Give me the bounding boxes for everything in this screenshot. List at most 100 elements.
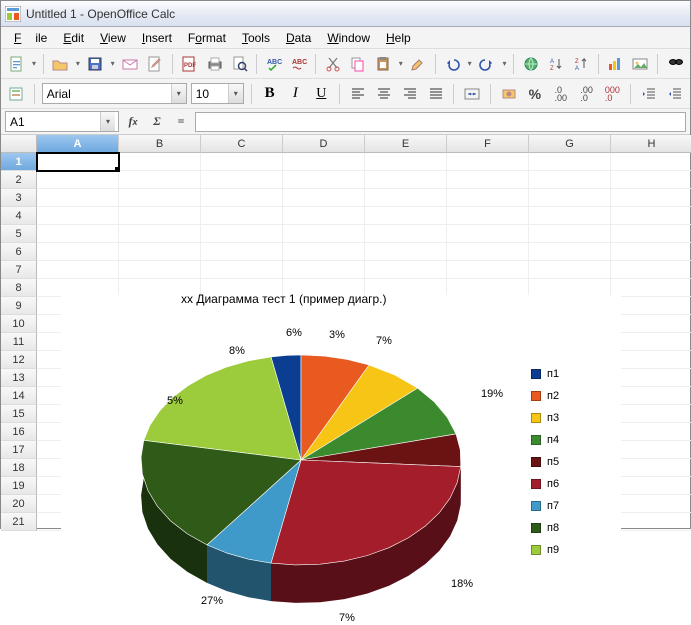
- cell[interactable]: [283, 153, 365, 171]
- name-box[interactable]: ▾: [5, 111, 119, 132]
- cell[interactable]: [611, 279, 691, 297]
- column-header[interactable]: H: [611, 135, 691, 153]
- underline-icon[interactable]: U: [310, 82, 332, 106]
- cell[interactable]: [119, 153, 201, 171]
- cell[interactable]: [119, 207, 201, 225]
- cell[interactable]: [611, 459, 691, 477]
- chart-object[interactable]: xx Диаграмма тест 1 (пример диагр.) 3%7%…: [61, 295, 621, 625]
- cell[interactable]: [365, 243, 447, 261]
- font-name-input[interactable]: [43, 84, 171, 103]
- equals-icon[interactable]: =: [171, 112, 191, 132]
- cell[interactable]: [201, 207, 283, 225]
- cell[interactable]: [365, 153, 447, 171]
- cell[interactable]: [611, 207, 691, 225]
- cell[interactable]: [37, 261, 119, 279]
- print-icon[interactable]: [203, 52, 226, 76]
- cell[interactable]: [119, 243, 201, 261]
- row-header[interactable]: 8: [1, 279, 37, 297]
- preview-icon[interactable]: [228, 52, 251, 76]
- column-header[interactable]: D: [283, 135, 365, 153]
- copy-icon[interactable]: [347, 52, 370, 76]
- cell[interactable]: [365, 261, 447, 279]
- decrease-indent-icon[interactable]: [638, 82, 660, 106]
- row-header[interactable]: 9: [1, 297, 37, 315]
- row-header[interactable]: 12: [1, 351, 37, 369]
- cell[interactable]: [529, 153, 611, 171]
- edit-icon[interactable]: [144, 52, 167, 76]
- styles-icon[interactable]: [5, 82, 27, 106]
- row-header[interactable]: 6: [1, 243, 37, 261]
- cell[interactable]: [37, 243, 119, 261]
- font-size-input[interactable]: [192, 84, 228, 103]
- cell[interactable]: [201, 261, 283, 279]
- cell[interactable]: [447, 243, 529, 261]
- cell[interactable]: [119, 225, 201, 243]
- row-header[interactable]: 16: [1, 423, 37, 441]
- cell[interactable]: [201, 225, 283, 243]
- cell[interactable]: [447, 261, 529, 279]
- cell[interactable]: [283, 171, 365, 189]
- chevron-down-icon[interactable]: ▾: [228, 84, 243, 103]
- cell[interactable]: [611, 171, 691, 189]
- cell[interactable]: [447, 189, 529, 207]
- cell[interactable]: [529, 261, 611, 279]
- paste-icon[interactable]: [372, 52, 395, 76]
- chevron-down-icon[interactable]: ▾: [171, 84, 186, 103]
- menu-window[interactable]: Window: [320, 29, 377, 47]
- row-header[interactable]: 2: [1, 171, 37, 189]
- gallery-icon[interactable]: [629, 52, 652, 76]
- sum-icon[interactable]: Σ: [147, 112, 167, 132]
- formula-input[interactable]: [195, 112, 686, 132]
- cell[interactable]: [447, 225, 529, 243]
- number-format-icon[interactable]: 000.0: [602, 82, 624, 106]
- percent-icon[interactable]: %: [524, 82, 546, 106]
- cell[interactable]: [611, 495, 691, 513]
- column-header[interactable]: F: [447, 135, 529, 153]
- cell[interactable]: [611, 333, 691, 351]
- find-icon[interactable]: [663, 52, 686, 76]
- row-header[interactable]: 10: [1, 315, 37, 333]
- cell[interactable]: [283, 189, 365, 207]
- row-header[interactable]: 17: [1, 441, 37, 459]
- align-center-icon[interactable]: [373, 82, 395, 106]
- font-size-combo[interactable]: ▾: [191, 83, 244, 104]
- align-left-icon[interactable]: [347, 82, 369, 106]
- column-header[interactable]: G: [529, 135, 611, 153]
- cell[interactable]: [37, 207, 119, 225]
- cell[interactable]: [119, 171, 201, 189]
- cell[interactable]: [201, 171, 283, 189]
- cell[interactable]: [37, 153, 119, 171]
- cell[interactable]: [365, 207, 447, 225]
- cell[interactable]: [611, 297, 691, 315]
- cell[interactable]: [611, 351, 691, 369]
- menu-insert[interactable]: Insert: [135, 29, 179, 47]
- dropdown-icon[interactable]: ▾: [30, 59, 38, 68]
- cut-icon[interactable]: [321, 52, 344, 76]
- cell[interactable]: [283, 207, 365, 225]
- row-header[interactable]: 15: [1, 405, 37, 423]
- italic-icon[interactable]: I: [285, 82, 307, 106]
- column-header[interactable]: C: [201, 135, 283, 153]
- cell[interactable]: [365, 171, 447, 189]
- cell[interactable]: [201, 153, 283, 171]
- cell[interactable]: [283, 243, 365, 261]
- row-header[interactable]: 11: [1, 333, 37, 351]
- mail-icon[interactable]: [119, 52, 142, 76]
- column-header[interactable]: A: [37, 135, 119, 153]
- remove-decimal-icon[interactable]: .00.0: [576, 82, 598, 106]
- column-header[interactable]: E: [365, 135, 447, 153]
- sort-asc-icon[interactable]: AZ: [545, 52, 568, 76]
- sort-desc-icon[interactable]: ZA: [570, 52, 593, 76]
- cell[interactable]: [365, 225, 447, 243]
- menu-help[interactable]: Help: [379, 29, 418, 47]
- dropdown-icon[interactable]: ▾: [397, 59, 405, 68]
- cell[interactable]: [611, 153, 691, 171]
- open-icon[interactable]: [49, 52, 72, 76]
- select-all-corner[interactable]: [1, 135, 37, 153]
- pdf-icon[interactable]: PDF: [178, 52, 201, 76]
- row-header[interactable]: 3: [1, 189, 37, 207]
- cell[interactable]: [611, 387, 691, 405]
- cell[interactable]: [611, 261, 691, 279]
- row-header[interactable]: 4: [1, 207, 37, 225]
- row-header[interactable]: 13: [1, 369, 37, 387]
